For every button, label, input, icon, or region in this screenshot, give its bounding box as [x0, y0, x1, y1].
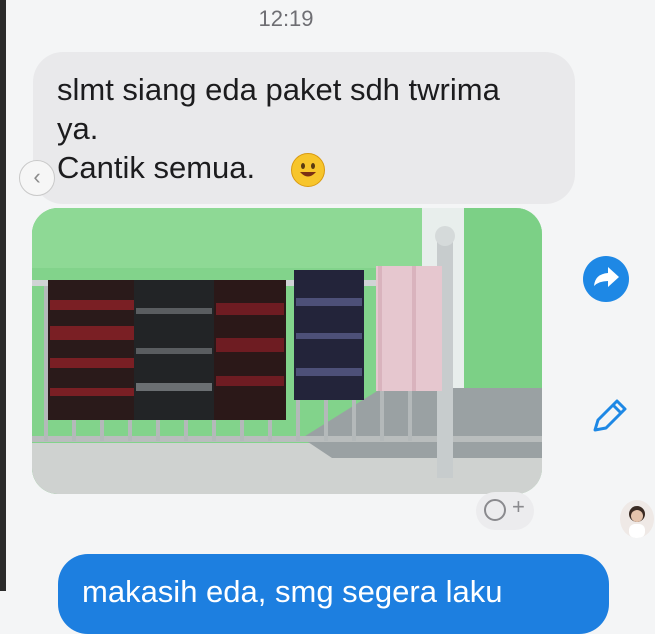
smiley-outline-icon — [484, 499, 506, 521]
shared-photo[interactable] — [32, 208, 542, 494]
smiling-face-emoji-icon — [291, 153, 325, 187]
chevron-left-icon[interactable]: ‹ — [19, 160, 55, 196]
left-edge — [0, 0, 6, 591]
avatar[interactable] — [620, 500, 654, 538]
outgoing-message-bubble[interactable]: makasih eda, smg segera laku — [58, 554, 609, 634]
outgoing-message-text: makasih eda, smg segera laku — [82, 574, 503, 609]
message-timestamp: 12:19 — [258, 6, 314, 31]
pencil-icon[interactable] — [589, 394, 629, 438]
plus-icon: + — [512, 494, 525, 519]
add-reaction-icon[interactable]: + — [476, 492, 534, 530]
share-arrow-icon[interactable] — [583, 256, 629, 302]
